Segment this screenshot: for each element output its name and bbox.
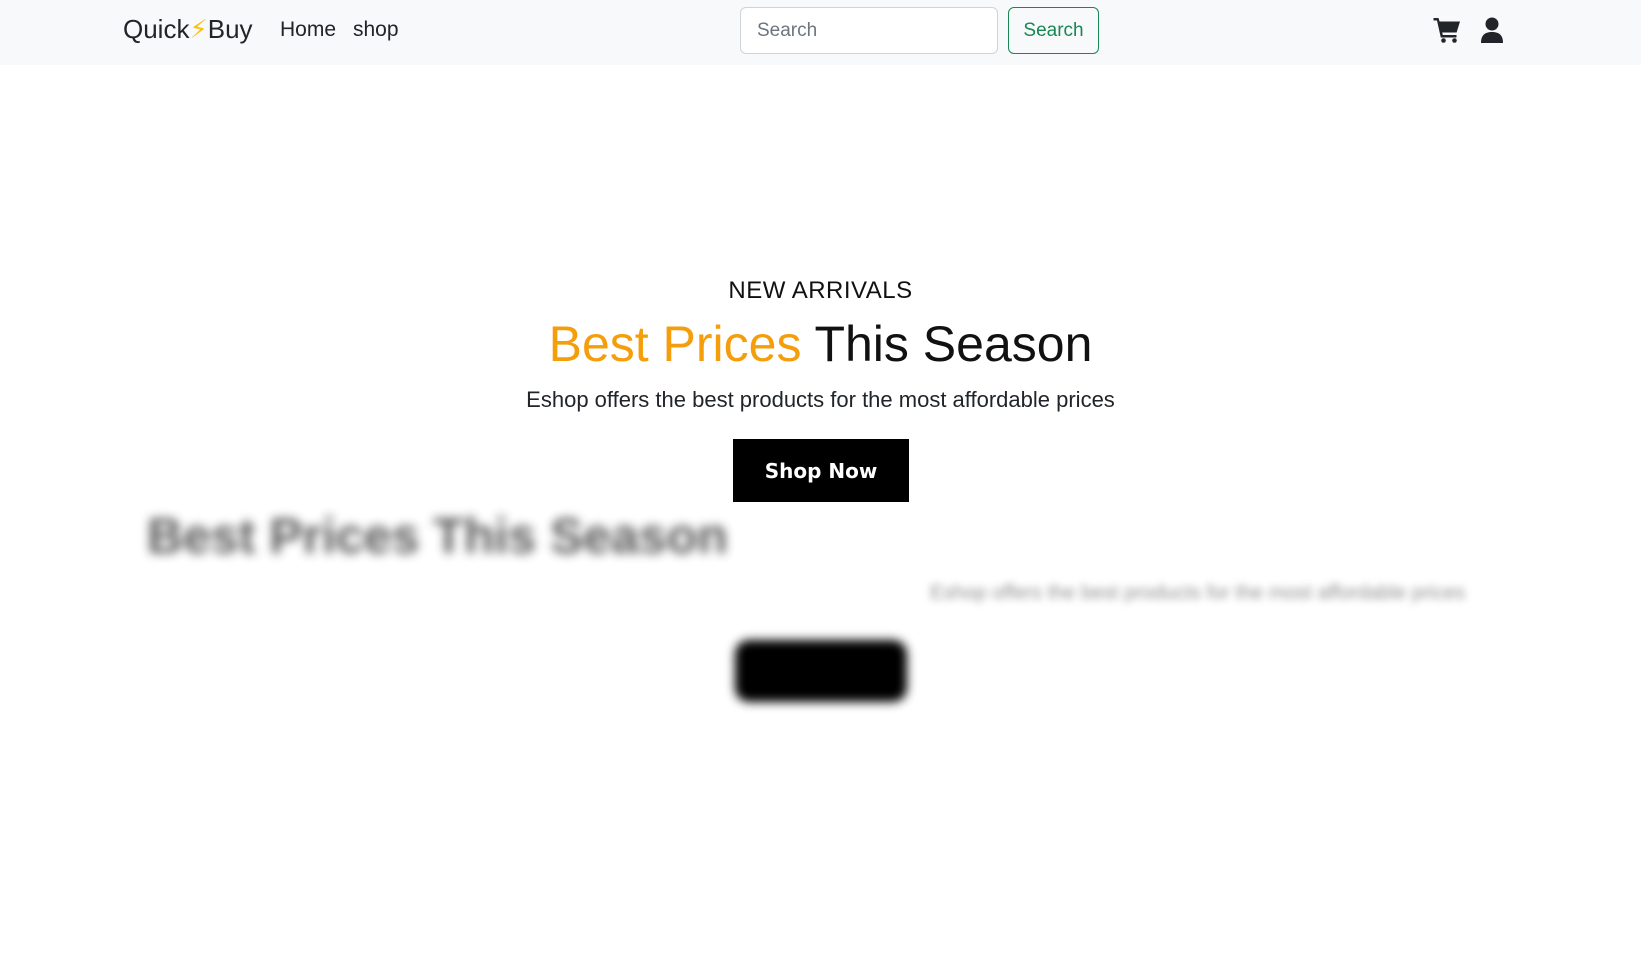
blurred-headline: Best Prices This Season: [147, 508, 728, 564]
hero-headline-rest: This Season: [801, 316, 1093, 372]
hero-headline-accent: Best Prices: [548, 316, 802, 372]
hero-subtitle: Eshop offers the best products for the m…: [526, 387, 1115, 412]
brand-name-right: Buy: [207, 14, 253, 44]
lightning-icon: ⚡: [189, 14, 208, 44]
blurred-button: [735, 640, 907, 702]
brand-name-left: Quick: [123, 14, 190, 44]
hero-eyebrow: NEW ARRIVALS: [728, 277, 913, 304]
nav-link-home[interactable]: Home: [280, 18, 336, 42]
cart-icon: [1433, 18, 1460, 43]
shop-now-button[interactable]: Shop Now: [733, 439, 909, 502]
brand-logo[interactable]: Quick⚡Buy: [123, 14, 253, 45]
search-input[interactable]: [740, 7, 998, 54]
search-button[interactable]: Search: [1008, 7, 1099, 54]
navbar: Quick⚡Buy Home shop Search: [0, 0, 1641, 65]
hero-section: NEW ARRIVALS Best Prices This Season Esh…: [0, 65, 1641, 970]
user-button[interactable]: [1477, 14, 1507, 46]
user-icon: [1481, 17, 1503, 43]
hero-headline: Best Prices This Season: [0, 315, 1641, 373]
blurred-subtitle: Eshop offers the best products for the m…: [930, 582, 1466, 604]
nav-link-shop[interactable]: shop: [353, 18, 399, 42]
cart-button[interactable]: [1432, 14, 1462, 46]
